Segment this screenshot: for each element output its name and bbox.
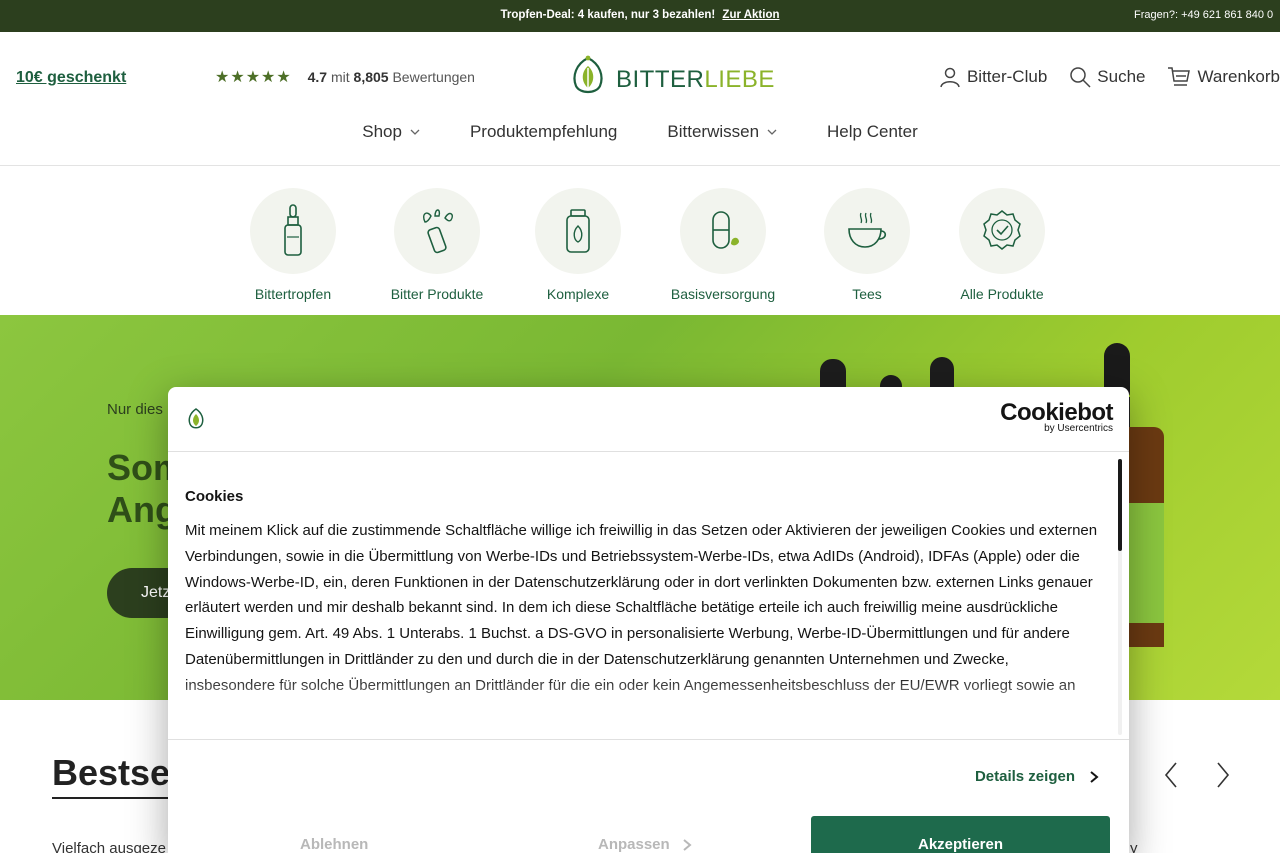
rating-mid: mit bbox=[330, 69, 350, 85]
cookie-consent-dialog: Cookiebot by Usercentrics Cookies Mit me… bbox=[168, 387, 1129, 853]
site-header: 10€ geschenkt ★★★★★ 4.7 mit 8,805 Bewert… bbox=[0, 32, 1280, 166]
nav-help-label: Help Center bbox=[827, 122, 918, 141]
promo-banner: Tropfen-Deal: 4 kaufen, nur 3 bezahlen! … bbox=[0, 9, 1280, 21]
hero-eyebrow: Nur dies bbox=[107, 401, 163, 418]
logo-part2: LIEBE bbox=[704, 66, 775, 93]
rating-summary[interactable]: ★★★★★ 4.7 mit 8,805 Bewertungen bbox=[215, 67, 475, 87]
nav-shop-label: Shop bbox=[362, 122, 402, 141]
site-logo[interactable]: BITTERLIEBE bbox=[566, 52, 774, 100]
nav-knowledge[interactable]: Bitterwissen bbox=[642, 122, 802, 142]
dialog-header: Cookiebot by Usercentrics bbox=[168, 387, 1129, 452]
chevron-down-icon bbox=[410, 129, 420, 135]
category-basisversorgung[interactable]: Basisversorgung bbox=[653, 188, 793, 302]
bitter-club-link[interactable]: Bitter-Club bbox=[939, 65, 1047, 89]
accept-button[interactable]: Akzeptieren bbox=[811, 816, 1110, 853]
logo-wordmark: BITTERLIEBE bbox=[616, 66, 775, 94]
nav-help[interactable]: Help Center bbox=[802, 122, 943, 142]
cart-icon bbox=[1168, 67, 1191, 86]
category-label: Bitter Produkte bbox=[390, 286, 484, 302]
logo-part1: BITTER bbox=[616, 66, 705, 93]
category-circle bbox=[680, 188, 766, 274]
category-label: Bittertropfen bbox=[254, 286, 332, 302]
dropper-bottle-icon bbox=[284, 204, 302, 256]
customize-button[interactable]: Anpassen bbox=[598, 836, 692, 853]
category-label: Basisversorgung bbox=[670, 286, 776, 302]
cart-label: Warenkorb bbox=[1197, 67, 1280, 86]
category-circle bbox=[959, 188, 1045, 274]
bestseller-subtext: Vielfach ausgeze bbox=[52, 840, 166, 853]
chevron-right-icon bbox=[1090, 770, 1099, 783]
gift-link[interactable]: 10€ geschenkt bbox=[16, 69, 126, 87]
rating-count: 8,805 bbox=[353, 69, 389, 85]
site-logo-icon bbox=[188, 408, 204, 429]
bitter-club-label: Bitter-Club bbox=[966, 67, 1048, 86]
category-komplexe[interactable]: Komplexe bbox=[508, 188, 648, 302]
dialog-text: Mit meinem Klick auf die zustimmende Sch… bbox=[185, 522, 1098, 694]
rating-stars-icon: ★★★★★ bbox=[215, 69, 292, 86]
header-actions: Bitter-Club Suche Warenkorb bbox=[939, 65, 1280, 89]
promo-text: Tropfen-Deal: 4 kaufen, nur 3 bezahlen! bbox=[500, 9, 716, 21]
chevron-down-icon bbox=[767, 129, 777, 135]
nav-knowledge-label: Bitterwissen bbox=[667, 122, 760, 141]
category-circle bbox=[535, 188, 621, 274]
category-circle bbox=[250, 188, 336, 274]
jar-leaf-icon bbox=[566, 209, 590, 253]
chevron-right-icon bbox=[683, 838, 692, 851]
search-icon bbox=[1070, 67, 1091, 88]
rating-value: 4.7 bbox=[307, 69, 328, 85]
spray-leaves-icon bbox=[422, 209, 454, 254]
chevron-right-icon[interactable] bbox=[1212, 760, 1232, 790]
nav-recommendation-label: Produktempfehlung bbox=[469, 122, 618, 141]
cookiebot-logo[interactable]: Cookiebot by Usercentrics bbox=[1000, 399, 1113, 435]
search-link[interactable]: Suche bbox=[1069, 65, 1145, 89]
nav-recommendation[interactable]: Produktempfehlung bbox=[445, 122, 642, 142]
search-label: Suche bbox=[1097, 67, 1146, 86]
user-icon bbox=[940, 67, 960, 88]
badge-check-icon bbox=[983, 210, 1021, 250]
category-bitter-produkte[interactable]: Bitter Produkte bbox=[367, 188, 507, 302]
category-circle bbox=[824, 188, 910, 274]
decline-button[interactable]: Ablehnen bbox=[300, 836, 368, 853]
dialog-body: Cookies Mit meinem Klick auf die zustimm… bbox=[185, 488, 1100, 750]
cookiebot-wordmark: Cookiebot bbox=[1000, 399, 1113, 426]
category-circle bbox=[394, 188, 480, 274]
dialog-footer: Details zeigen Ablehnen Anpassen Akzepti… bbox=[168, 739, 1129, 853]
announcement-bar: Tropfen-Deal: 4 kaufen, nur 3 bezahlen! … bbox=[0, 0, 1280, 32]
category-bar: Bittertropfen Bitter Produkte Komplexe B… bbox=[0, 166, 1280, 315]
logo-leaf-icon bbox=[573, 55, 603, 94]
bestseller-heading: Bestsel bbox=[52, 752, 181, 793]
customize-label: Anpassen bbox=[598, 836, 670, 853]
chevron-left-icon[interactable] bbox=[1162, 760, 1182, 790]
bestseller-subtext-tail: y bbox=[1130, 840, 1138, 853]
main-nav: Shop Produktempfehlung Bitterwissen Help… bbox=[0, 122, 1280, 142]
show-details-label: Details zeigen bbox=[974, 768, 1075, 785]
support-phone[interactable]: Fragen?: +49 621 861 840 0 bbox=[1134, 9, 1280, 21]
dialog-title: Cookies bbox=[185, 488, 244, 505]
capsule-leaf-icon bbox=[712, 211, 739, 249]
rating-suffix: Bewertungen bbox=[392, 69, 475, 85]
category-label: Komplexe bbox=[546, 286, 610, 302]
dialog-scrollbar-thumb[interactable] bbox=[1118, 459, 1122, 551]
tea-cup-icon bbox=[848, 212, 887, 248]
category-label: Alle Produkte bbox=[960, 286, 1044, 302]
category-bittertropfen[interactable]: Bittertropfen bbox=[223, 188, 363, 302]
category-tees[interactable]: Tees bbox=[797, 188, 937, 302]
category-alle-produkte[interactable]: Alle Produkte bbox=[932, 188, 1072, 302]
nav-shop[interactable]: Shop bbox=[337, 122, 445, 142]
carousel-arrows bbox=[1162, 760, 1232, 790]
show-details-button[interactable]: Details zeigen bbox=[975, 768, 1099, 785]
category-label: Tees bbox=[852, 286, 882, 302]
promo-link[interactable]: Zur Aktion bbox=[722, 9, 779, 21]
cart-link[interactable]: Warenkorb bbox=[1167, 65, 1280, 89]
